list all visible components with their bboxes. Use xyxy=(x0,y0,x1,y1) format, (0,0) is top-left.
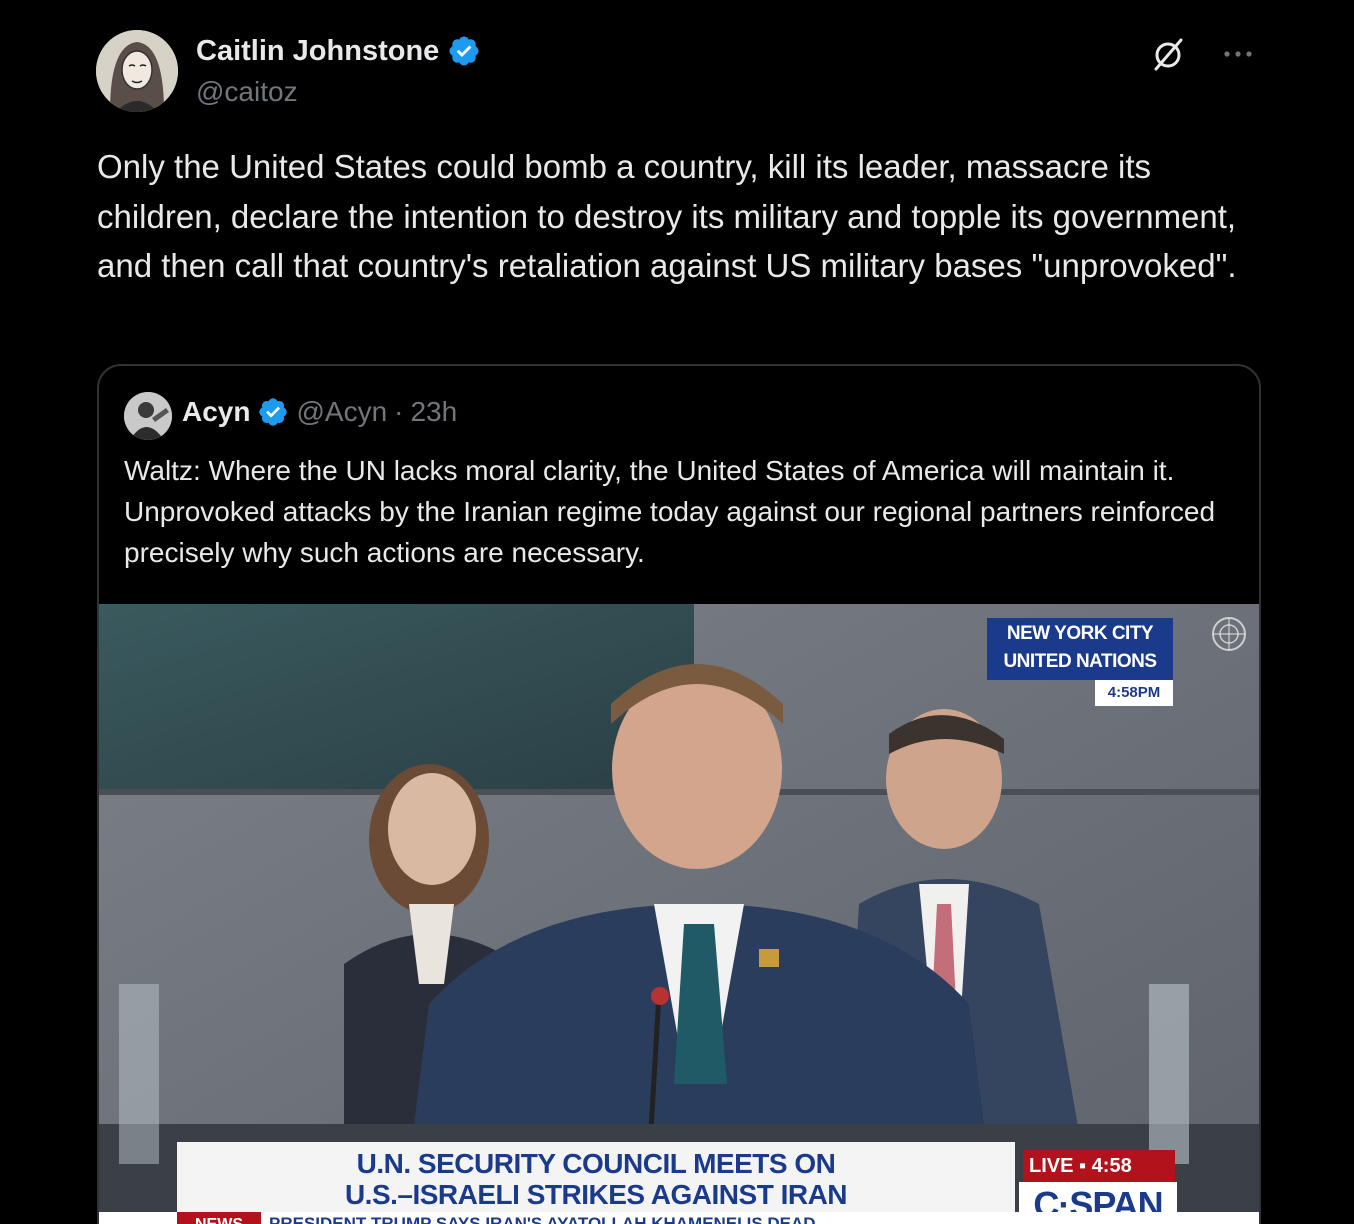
headline-line-2: U.S.–ISRAELI STRIKES AGAINST IRAN xyxy=(344,1179,848,1210)
headline-lower-third: U.N. SECURITY COUNCIL MEETS ON U.S.–ISRA… xyxy=(177,1142,1015,1212)
ticker-text: PRESIDENT TRUMP SAYS IRAN'S AYATOLLAH KH… xyxy=(269,1214,816,1224)
quoted-body-text: Waltz: Where the UN lacks moral clarity,… xyxy=(124,455,1216,568)
quoted-tweet-card[interactable]: Acyn @Acyn · 23h Waltz: Where the UN lac… xyxy=(97,364,1261,1224)
ticker-label: NEWS xyxy=(177,1212,261,1224)
tweet-body-text: Only the United States could bomb a coun… xyxy=(97,148,1237,284)
video-frame-scene xyxy=(99,604,1259,1224)
live-badge: LIVE ▪ 4:58 xyxy=(1023,1150,1175,1182)
quoted-separator: · xyxy=(394,396,404,427)
grok-icon[interactable] xyxy=(1148,34,1188,74)
quoted-handle[interactable]: @Acyn xyxy=(296,396,387,428)
quoted-avatar-photo-icon xyxy=(124,392,172,440)
verified-badge-icon xyxy=(449,36,479,66)
author-avatar[interactable] xyxy=(96,30,178,112)
location-caption: NEW YORK CITY UNITED NATIONS xyxy=(987,618,1173,680)
quoted-display-name[interactable]: Acyn xyxy=(182,396,250,428)
quoted-video[interactable]: NEW YORK CITY UNITED NATIONS 4:58PM U.N.… xyxy=(99,604,1259,1224)
headline-line-1: U.N. SECURITY COUNCIL MEETS ON xyxy=(356,1148,836,1179)
quoted-timestamp[interactable]: 23h xyxy=(410,396,457,428)
quoted-verified-badge-icon xyxy=(259,398,288,426)
un-emblem-icon xyxy=(1212,617,1246,651)
location-line-2: UNITED NATIONS xyxy=(1003,651,1157,672)
author-name-row: Caitlin Johnstone xyxy=(196,34,481,68)
author-display-name[interactable]: Caitlin Johnstone xyxy=(196,35,439,68)
location-line-1: NEW YORK CITY xyxy=(1006,623,1154,644)
more-options-icon[interactable] xyxy=(1218,34,1258,74)
location-time: 4:58PM xyxy=(1095,680,1173,706)
author-handle[interactable]: @caitoz xyxy=(196,76,298,108)
news-ticker: NEWS PRESIDENT TRUMP SAYS IRAN'S AYATOLL… xyxy=(99,1212,1259,1224)
tweet-page: Caitlin Johnstone @caitoz Only the Unite… xyxy=(0,0,1354,1224)
quoted-author-avatar[interactable] xyxy=(124,392,172,440)
quoted-author-row: Acyn @Acyn · 23h xyxy=(182,396,457,428)
tweet-header: Caitlin Johnstone @caitoz xyxy=(96,30,1258,114)
avatar-illustration-icon xyxy=(96,30,178,112)
